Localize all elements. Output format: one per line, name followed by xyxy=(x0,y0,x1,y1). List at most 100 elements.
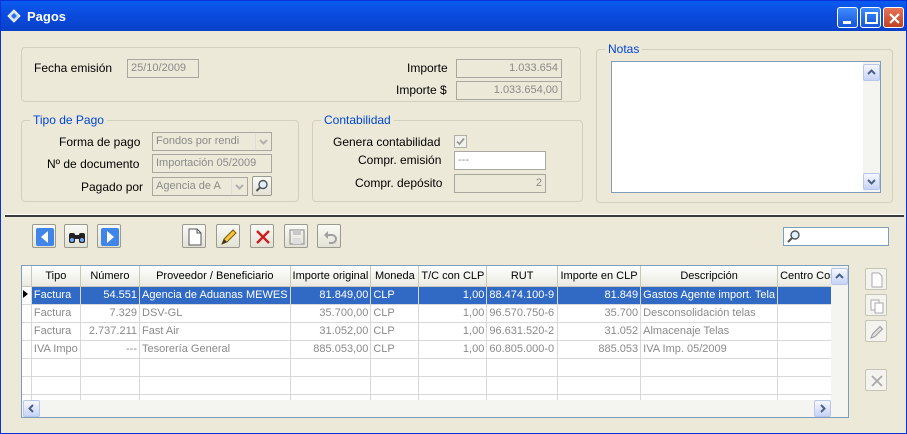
table-cell[interactable]: Agencia de Aduanas MEWES xyxy=(139,286,291,305)
table-cell[interactable]: Tesorería General xyxy=(139,340,291,359)
table-cell[interactable]: 54.551 xyxy=(80,286,141,305)
row-indicator[interactable] xyxy=(22,304,32,323)
table-cell[interactable] xyxy=(418,358,488,377)
table-cell[interactable]: 1,00 xyxy=(418,286,488,305)
notas-scrollbar[interactable] xyxy=(863,62,880,192)
prev-button[interactable] xyxy=(32,224,56,248)
compr-deposito-field[interactable]: 2 xyxy=(454,174,546,193)
table-cell[interactable]: CLP xyxy=(370,322,420,341)
table-cell[interactable]: 35.700 xyxy=(557,304,642,323)
new-button[interactable] xyxy=(182,224,206,248)
side-copy-button[interactable] xyxy=(865,294,887,316)
table-cell[interactable]: 31.052,00 xyxy=(290,322,372,341)
fecha-field[interactable]: 25/10/2009 xyxy=(127,59,199,78)
table-cell[interactable] xyxy=(370,376,420,395)
table-cell[interactable] xyxy=(557,358,642,377)
row-indicator[interactable] xyxy=(22,322,32,341)
pagado-por-select[interactable]: Agencia de A xyxy=(152,177,248,196)
grid-horizontal-scrollbar[interactable] xyxy=(22,400,848,417)
close-button[interactable] xyxy=(883,7,904,28)
table-cell[interactable]: Almacenaje Telas xyxy=(640,322,779,341)
table-cell[interactable]: 2.737.211 xyxy=(80,322,141,341)
pagos-grid[interactable]: Tipo Número Proveedor / Beneficiario Imp… xyxy=(21,265,849,418)
table-row[interactable]: Factura 2.737.211 Fast Air 31.052,00 CLP 1,00… xyxy=(22,322,848,341)
table-cell[interactable]: 1,00 xyxy=(418,322,488,341)
undo-button[interactable] xyxy=(317,224,341,248)
pagado-por-search-button[interactable] xyxy=(252,176,272,196)
documento-field[interactable]: Importación 05/2009 xyxy=(152,154,272,173)
column-header[interactable]: Proveedor / Beneficiario xyxy=(139,266,291,287)
table-cell[interactable]: 1,00 xyxy=(418,304,488,323)
scroll-down-button[interactable] xyxy=(863,173,880,190)
maximize-button[interactable] xyxy=(860,7,881,28)
table-cell[interactable]: Factura xyxy=(31,322,81,341)
table-cell[interactable]: DSV-GL xyxy=(139,304,291,323)
importe-field[interactable]: 1.033.654 xyxy=(456,59,562,78)
notas-textarea[interactable] xyxy=(611,61,881,193)
column-header[interactable]: Descripción xyxy=(640,266,779,287)
row-indicator[interactable] xyxy=(22,376,32,395)
column-header[interactable]: Importe en CLP xyxy=(557,266,642,287)
table-cell[interactable]: Gastos Agente import. Tela xyxy=(640,286,779,305)
table-cell[interactable] xyxy=(640,376,779,395)
table-cell[interactable]: IVA Impo xyxy=(31,340,81,359)
minimize-button[interactable] xyxy=(837,7,858,28)
table-cell[interactable] xyxy=(370,358,420,377)
table-cell[interactable] xyxy=(31,358,81,377)
table-cell[interactable]: 96.631.520-2 xyxy=(486,322,558,341)
table-cell[interactable] xyxy=(80,376,141,395)
genera-contabilidad-checkbox[interactable] xyxy=(454,135,467,148)
table-cell[interactable] xyxy=(486,376,558,395)
row-indicator[interactable] xyxy=(22,340,32,359)
table-cell[interactable] xyxy=(80,358,141,377)
table-cell[interactable]: 81.849,00 xyxy=(290,286,372,305)
grid-scroll-right-button[interactable] xyxy=(814,400,831,417)
table-cell[interactable] xyxy=(640,358,779,377)
table-cell[interactable] xyxy=(557,376,642,395)
table-cell[interactable] xyxy=(290,358,372,377)
row-indicator[interactable] xyxy=(22,286,32,305)
table-cell[interactable]: 31.052 xyxy=(557,322,642,341)
table-cell[interactable]: 60.805.000-0 xyxy=(486,340,558,359)
column-header[interactable]: Tipo xyxy=(31,266,81,287)
forma-pago-select[interactable]: Fondos por rendi xyxy=(152,132,272,151)
scroll-up-button[interactable] xyxy=(863,64,880,81)
grid-scroll-up-button[interactable] xyxy=(831,268,848,285)
table-cell[interactable]: 88.474.100-9 xyxy=(486,286,558,305)
splitter[interactable] xyxy=(5,214,904,217)
table-cell[interactable]: 35.700,00 xyxy=(290,304,372,323)
table-cell[interactable] xyxy=(139,358,291,377)
side-delete-button[interactable] xyxy=(865,369,887,391)
side-new-button[interactable] xyxy=(865,268,887,290)
table-cell[interactable]: Factura xyxy=(31,304,81,323)
row-indicator[interactable] xyxy=(22,358,32,377)
table-cell[interactable] xyxy=(139,376,291,395)
table-cell[interactable]: 1,00 xyxy=(418,340,488,359)
table-cell[interactable]: 885.053 xyxy=(557,340,642,359)
table-row[interactable]: Factura 7.329 DSV-GL 35.700,00 CLP 1,00 96.570… xyxy=(22,304,848,323)
edit-button[interactable] xyxy=(216,224,240,248)
column-header[interactable]: Moneda xyxy=(370,266,420,287)
column-header[interactable]: Número xyxy=(80,266,141,287)
table-cell[interactable]: CLP xyxy=(370,304,420,323)
importe-clp-field[interactable]: 1.033.654,00 xyxy=(456,81,562,100)
table-cell[interactable]: 7.329 xyxy=(80,304,141,323)
column-header[interactable]: T/C con CLP xyxy=(418,266,488,287)
compr-emision-field[interactable]: --- xyxy=(454,151,546,170)
side-edit-button[interactable] xyxy=(865,320,887,342)
table-cell[interactable]: IVA Imp. 05/2009 xyxy=(640,340,779,359)
column-header[interactable]: RUT xyxy=(486,266,558,287)
table-cell[interactable] xyxy=(31,376,81,395)
table-cell[interactable]: 885.053,00 xyxy=(290,340,372,359)
table-cell[interactable] xyxy=(486,358,558,377)
table-cell[interactable]: CLP xyxy=(370,286,420,305)
table-row[interactable] xyxy=(22,376,848,395)
table-row[interactable]: IVA Impo --- Tesorería General 885.053,00 CL… xyxy=(22,340,848,359)
grid-scroll-left-button[interactable] xyxy=(23,400,40,417)
table-row[interactable]: Factura 54.551 Agencia de Aduanas MEWES 81.… xyxy=(22,286,848,305)
grid-search-input[interactable] xyxy=(783,227,889,246)
next-button[interactable] xyxy=(97,224,121,248)
table-cell[interactable]: --- xyxy=(80,340,141,359)
table-cell[interactable]: 81.849 xyxy=(557,286,642,305)
table-cell[interactable]: Desconsolidación telas xyxy=(640,304,779,323)
